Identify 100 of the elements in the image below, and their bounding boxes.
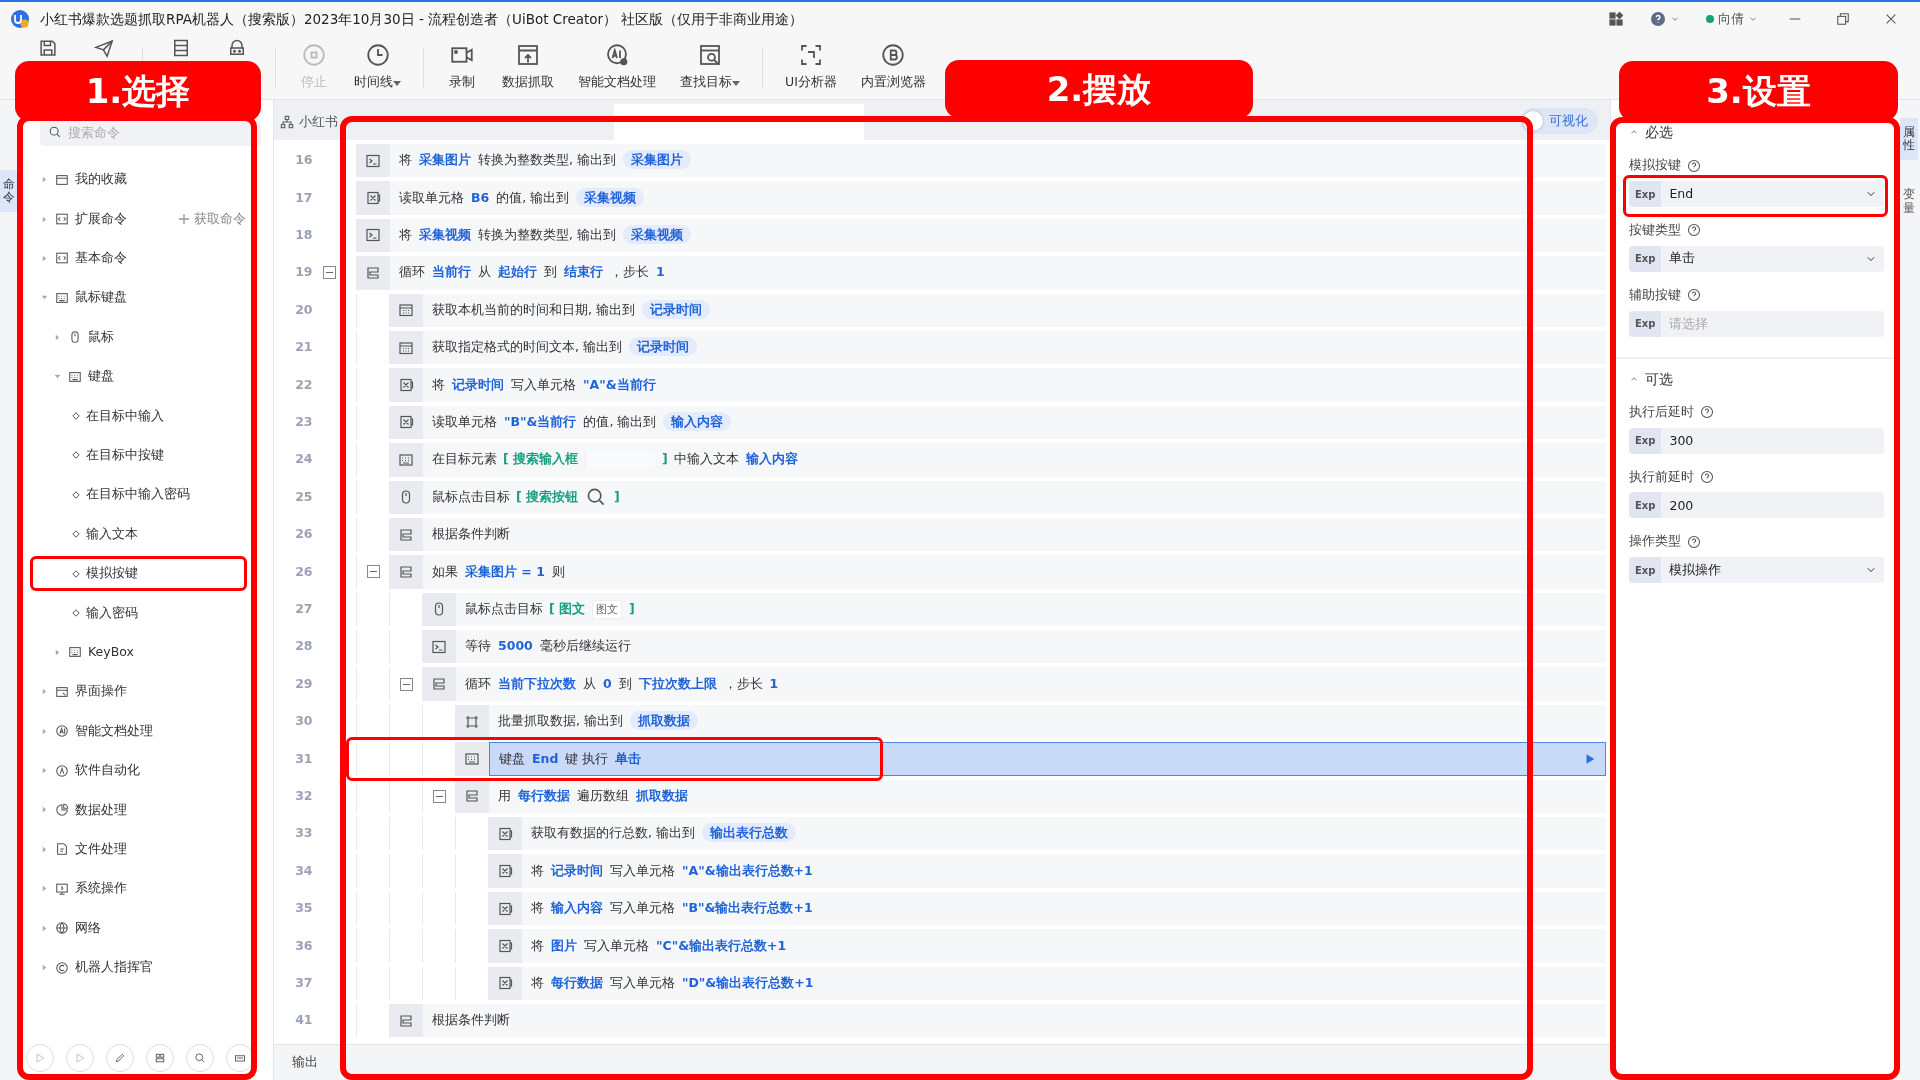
caret-icon[interactable]	[40, 726, 49, 736]
caret-icon[interactable]	[40, 175, 49, 185]
expression-tag: Exp	[1629, 245, 1662, 272]
section-header[interactable]: 可选	[1629, 368, 1673, 389]
command-row[interactable]: 将 记录时间 写入单元格 "A"&当前行	[423, 368, 1606, 402]
output-tab[interactable]: 输出	[286, 1052, 324, 1073]
diamond-icon	[72, 490, 80, 499]
dropdown-field[interactable]: End	[1661, 181, 1884, 207]
command-row[interactable]: 循环 当前下拉次数 从 0 到 下拉次数上限 ，步长 1	[456, 667, 1606, 701]
command-text: 将 每行数据 写入单元格 "D"&输出表行总数+1	[531, 973, 815, 992]
tree-item[interactable]: 系统操作	[75, 879, 127, 899]
terminal-icon	[365, 152, 381, 169]
tree-item[interactable]: 在目标中按键	[86, 446, 164, 465]
caret-icon[interactable]	[40, 687, 49, 697]
command-row[interactable]: 根据条件判断	[423, 517, 1606, 552]
caret-icon[interactable]	[53, 647, 62, 657]
command-text: ] 中输入文本 输入内容	[661, 450, 799, 469]
command-row[interactable]: 循环 当前行 从 起始行 到 结束行 ，步长 1	[390, 256, 1606, 290]
toolbar-button[interactable]: 时间线	[342, 43, 413, 92]
command-row[interactable]: 鼠标点击目标 [ 搜索按钮 ]	[423, 480, 1606, 514]
command-row[interactable]: 将 采集视频 转换为整数类型, 输出到 采集视频	[390, 218, 1606, 253]
get-command-link[interactable]: 获取命令	[172, 208, 252, 230]
caret-icon[interactable]	[40, 253, 49, 263]
command-row[interactable]: 读取单元格 B6 的值, 输出到 采集视频	[390, 181, 1606, 215]
command-row[interactable]: 获取有数据的行总数, 输出到 输出表行总数	[522, 817, 1606, 851]
command-row[interactable]: 读取单元格 "B"&当前行 的值, 输出到 输入内容	[423, 405, 1606, 440]
caret-icon[interactable]	[40, 214, 49, 224]
field-label: 执行前延时	[1629, 467, 1694, 486]
user-menu[interactable]: 向倩	[1698, 9, 1766, 29]
toolbar-button[interactable]: 数据抓取	[490, 43, 566, 92]
toolbar-button[interactable]: UI分析器	[773, 43, 849, 92]
command-row[interactable]: 批量抓取数据, 输出到 抓取数据	[489, 704, 1606, 739]
tree-item[interactable]: 输入密码	[86, 603, 138, 623]
tree-item[interactable]: 鼠标键盘	[75, 288, 127, 308]
section-header[interactable]: 必选	[1629, 122, 1673, 143]
help-icon	[1687, 158, 1701, 173]
input-field[interactable]: 200	[1661, 492, 1884, 519]
tree-item[interactable]: 文件处理	[75, 839, 127, 859]
caret-icon[interactable]	[40, 884, 49, 894]
tree-item[interactable]: 基本命令	[75, 249, 127, 268]
tree-item[interactable]: 机器人指挥官	[75, 958, 153, 977]
collapse-toggle[interactable]	[432, 789, 446, 803]
command-row[interactable]: 键盘 End 键 执行 单击	[489, 742, 1606, 776]
tree-item[interactable]: 在目标中输入密码	[86, 485, 190, 505]
dropdown-field[interactable]: 模拟操作	[1661, 557, 1884, 583]
tree-item[interactable]: 界面操作	[75, 682, 127, 702]
bottom-tool-button[interactable]	[186, 1044, 214, 1072]
tree-item[interactable]: 鼠标	[88, 327, 114, 347]
bottom-tool-button[interactable]	[146, 1044, 174, 1072]
caret-icon[interactable]	[40, 844, 49, 854]
bottom-tool-button[interactable]	[106, 1044, 134, 1072]
tree-item[interactable]: 网络	[75, 918, 101, 938]
tree-item[interactable]: 键盘	[88, 367, 114, 386]
toolbar-button[interactable]: 查找目标	[668, 43, 752, 92]
caret-icon[interactable]	[53, 332, 62, 342]
caret-icon[interactable]	[40, 805, 49, 815]
collapse-toggle[interactable]	[366, 565, 380, 579]
toolbar-button[interactable]: 内置浏览器	[848, 43, 938, 92]
command-row[interactable]: 用 每行数据 遍历数组 抓取数据	[489, 779, 1606, 814]
side-tab[interactable]: 属性	[1900, 118, 1918, 161]
help-icon	[1700, 405, 1714, 420]
visual-toggle[interactable]: 可视化	[1520, 108, 1598, 134]
command-row[interactable]: 将 输入内容 写入单元格 "B"&输出表行总数+1	[522, 891, 1606, 926]
command-row[interactable]: 将 图片 写入单元格 "C"&输出表行总数+1	[522, 929, 1606, 963]
command-row[interactable]: 将 记录时间 写入单元格 "A"&输出表行总数+1	[522, 854, 1606, 888]
code-window-icon	[55, 212, 69, 227]
command-row[interactable]: 将 采集图片 转换为整数类型, 输出到 采集图片	[390, 144, 1606, 178]
command-row[interactable]: 将 每行数据 写入单元格 "D"&输出表行总数+1	[522, 966, 1606, 1000]
tree-item[interactable]: KeyBox	[88, 643, 134, 662]
command-row[interactable]: 在目标元素 [ 搜索输入框 ] 中输入文本 输入内容	[423, 443, 1606, 477]
collapse-toggle[interactable]	[322, 266, 336, 280]
command-row[interactable]: 等待 5000 毫秒后继续运行	[456, 630, 1606, 664]
caret-icon[interactable]	[40, 766, 49, 776]
side-tab[interactable]: 命令	[0, 170, 18, 213]
command-text: ]	[613, 487, 621, 506]
command-row[interactable]: 获取指定格式的时间文本, 输出到 记录时间	[423, 330, 1606, 365]
tree-item[interactable]: 扩展命令	[75, 209, 127, 229]
tree-item[interactable]: 模拟按键	[86, 564, 138, 583]
side-tab[interactable]: 变量	[1900, 180, 1918, 223]
toolbar-button[interactable]: 智能文档处理	[566, 43, 668, 92]
command-row[interactable]: 根据条件判断	[423, 1004, 1606, 1038]
tree-item[interactable]: 在目标中输入	[86, 406, 164, 426]
document-icon	[171, 38, 191, 58]
tree-item[interactable]: 智能文档处理	[75, 721, 153, 741]
dropdown-field[interactable]: 单击	[1661, 245, 1884, 272]
collapse-toggle[interactable]	[399, 677, 413, 691]
tree-item[interactable]: 我的收藏	[75, 170, 127, 190]
command-row[interactable]: 获取本机当前的时间和日期, 输出到 记录时间	[423, 293, 1606, 327]
command-row[interactable]: 鼠标点击目标 [ 图文 图文 ]	[456, 592, 1606, 627]
caret-icon[interactable]	[40, 963, 49, 972]
input-field[interactable]: 请选择	[1661, 310, 1884, 337]
toolbar-button[interactable]: 录制	[434, 43, 490, 92]
tree-item[interactable]: 输入文本	[86, 524, 138, 544]
caret-icon[interactable]	[40, 923, 49, 933]
command-row[interactable]: 如果 采集图片 = 1 则	[423, 555, 1606, 589]
tree-item[interactable]: 数据处理	[75, 800, 127, 820]
bottom-tool-button[interactable]	[226, 1044, 254, 1072]
input-field[interactable]: 300	[1661, 427, 1884, 454]
tree-item[interactable]: 软件自动化	[75, 761, 140, 780]
expression-tag: Exp	[1629, 492, 1662, 519]
